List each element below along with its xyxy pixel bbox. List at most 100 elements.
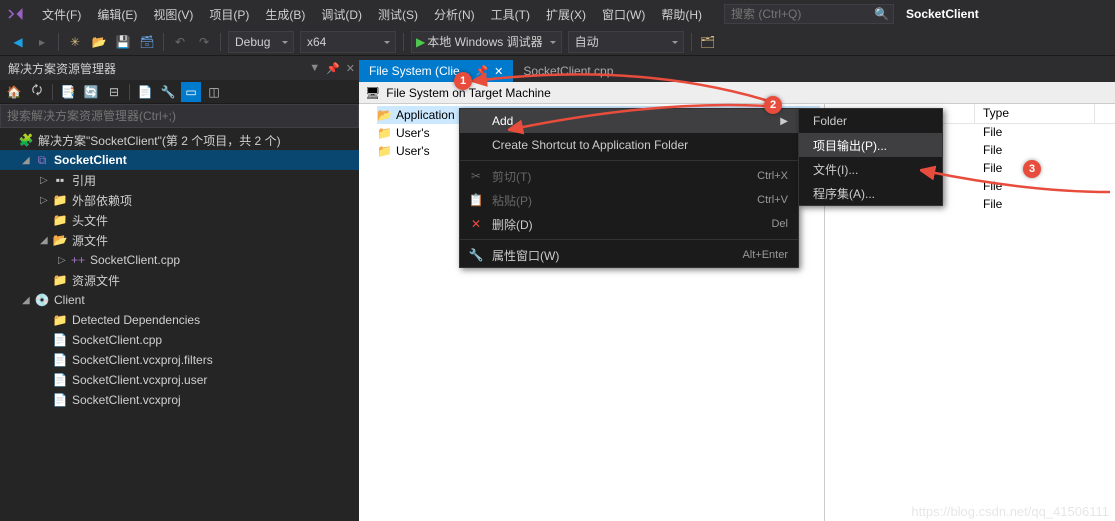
home-button[interactable]: 🏠 [4,82,24,102]
quick-launch[interactable]: 🔍 [724,4,894,24]
collapse-button[interactable]: ⊟ [104,82,124,102]
tab-cpp[interactable]: SocketClient.cpp [513,60,623,82]
solution-badge: SocketClient [906,7,979,21]
node-label: 头文件 [72,212,108,229]
external-deps-node[interactable]: ▷ 📁 外部依赖项 [0,190,359,210]
folder-icon: 📁 [52,192,68,208]
shortcut-text: Ctrl+X [717,170,788,182]
search-icon: 🔍 [874,7,889,21]
detected-deps-node[interactable]: 📁 Detected Dependencies [0,310,359,330]
menu-help[interactable]: 帮助(H) [653,4,710,25]
preview-button[interactable]: ▭ [181,82,201,102]
debugger-label: 本地 Windows 调试器 [427,33,542,50]
play-icon: ▶ [416,35,425,49]
source-file-node[interactable]: ▷ ++ SocketClient.cpp [0,250,359,270]
menu-window[interactable]: 窗口(W) [594,4,653,25]
menu-build[interactable]: 生成(B) [257,4,313,25]
menu-tools[interactable]: 工具(T) [483,4,538,25]
add-submenu[interactable]: Folder 项目输出(P)... 文件(I)... 程序集(A)... [798,108,943,206]
dropdown-icon[interactable]: ▼ [309,62,320,75]
tab-filesystem[interactable]: File System (Clie... 📌 ✕ [359,60,513,82]
explorer-search-input[interactable] [7,109,352,123]
shortcut-text: Alt+Enter [702,249,788,261]
start-debug-button[interactable]: ▶ 本地 Windows 调试器 [411,31,562,53]
explorer-search[interactable] [0,104,359,128]
node-label: SocketClient.vcxproj.user [72,373,207,387]
solution-tree[interactable]: 🧩 解决方案"SocketClient"(第 2 个项目，共 2 个) ◢ ⧉ … [0,128,359,521]
file-icon: 📄 [52,372,68,388]
debug-target-dropdown[interactable]: 自动 [568,31,684,53]
config-dropdown[interactable]: Debug [228,31,294,53]
folder-icon: 📁 [52,312,68,328]
pending-button[interactable]: 📑 [58,82,78,102]
close-icon[interactable]: ✕ [494,65,503,78]
pin-icon[interactable]: 📌 [476,66,488,77]
view-class-button[interactable]: ◫ [204,82,224,102]
project-label: SocketClient [54,153,127,167]
cm-delete[interactable]: ✕ 删除(D) Del [460,212,798,236]
save-button[interactable]: 💾 [112,31,134,53]
cpp-icon: ++ [70,252,86,268]
menu-project[interactable]: 项目(P) [201,4,257,25]
forward-button[interactable]: ▸ [31,31,53,53]
menu-file[interactable]: 文件(F) [34,4,89,25]
solution-node[interactable]: 🧩 解决方案"SocketClient"(第 2 个项目，共 2 个) [0,130,359,150]
cm-label: 文件(I)... [813,161,858,178]
sync-button[interactable]: 🗘 [27,82,47,102]
redo-button[interactable]: ↷ [193,31,215,53]
node-label: SocketClient.cpp [72,333,162,347]
file-node[interactable]: 📄 SocketClient.vcxproj.filters [0,350,359,370]
annotation-3: 3 [1023,160,1041,178]
sub-folder[interactable]: Folder [799,109,942,133]
solution-explorer: 解决方案资源管理器 ▼ 📌 ✕ 🏠 🗘 📑 🔄 ⊟ 📄 🔧 ▭ ◫ [0,56,359,521]
show-all-button[interactable]: 📄 [135,82,155,102]
sources-node[interactable]: ◢ 📂 源文件 [0,230,359,250]
menu-analyze[interactable]: 分析(N) [426,4,483,25]
cm-create-shortcut[interactable]: Create Shortcut to Application Folder [460,133,798,157]
save-all-button[interactable]: 🗃 [136,31,158,53]
file-node[interactable]: 📄 SocketClient.cpp [0,330,359,350]
col-type[interactable]: Type [975,104,1095,123]
context-menu[interactable]: Add ▶ Create Shortcut to Application Fol… [459,108,799,268]
registry-editor-button[interactable]: 🗂 [697,31,719,53]
menu-extensions[interactable]: 扩展(X) [538,4,594,25]
menu-edit[interactable]: 编辑(E) [89,4,145,25]
headers-node[interactable]: 📁 头文件 [0,210,359,230]
cm-label: Folder [813,114,847,128]
menu-test[interactable]: 测试(S) [370,4,426,25]
cm-label: 项目输出(P)... [813,137,887,154]
node-label: SocketClient.vcxproj [72,393,181,407]
node-label: User's [396,144,430,158]
pin-icon[interactable]: 📌 [326,62,340,75]
undo-button[interactable]: ↶ [169,31,191,53]
back-button[interactable]: ◀ [7,31,29,53]
cm-properties[interactable]: 🔧 属性窗口(W) Alt+Enter [460,243,798,267]
cut-icon: ✂ [468,169,484,183]
menu-view[interactable]: 视图(V) [145,4,201,25]
folder-icon: 📁 [377,144,392,158]
platform-dropdown[interactable]: x64 [300,31,396,53]
project-client[interactable]: ◢ 💿 Client [0,290,359,310]
close-icon[interactable]: ✕ [346,62,355,75]
quick-launch-input[interactable] [731,7,887,21]
sub-assembly[interactable]: 程序集(A)... [799,181,942,205]
tab-label: SocketClient.cpp [523,64,613,78]
node-label: 源文件 [72,232,108,249]
properties-button[interactable]: 🔧 [158,82,178,102]
solution-icon: 🧩 [18,132,34,148]
refresh-button[interactable]: 🔄 [81,82,101,102]
references-node[interactable]: ▷ ▪▪ 引用 [0,170,359,190]
file-node[interactable]: 📄 SocketClient.vcxproj [0,390,359,410]
sub-project-output[interactable]: 项目输出(P)... [799,133,942,157]
file-node[interactable]: 📄 SocketClient.vcxproj.user [0,370,359,390]
open-button[interactable]: 📂 [88,31,110,53]
project-socketclient[interactable]: ◢ ⧉ SocketClient [0,150,359,170]
references-icon: ▪▪ [52,172,68,188]
sub-file[interactable]: 文件(I)... [799,157,942,181]
menu-debug[interactable]: 调试(D) [313,4,370,25]
new-project-button[interactable]: ✳ [64,31,86,53]
project-icon: ⧉ [34,152,50,168]
cm-add[interactable]: Add ▶ [460,109,798,133]
cm-label: 属性窗口(W) [492,247,559,264]
resources-node[interactable]: 📁 资源文件 [0,270,359,290]
